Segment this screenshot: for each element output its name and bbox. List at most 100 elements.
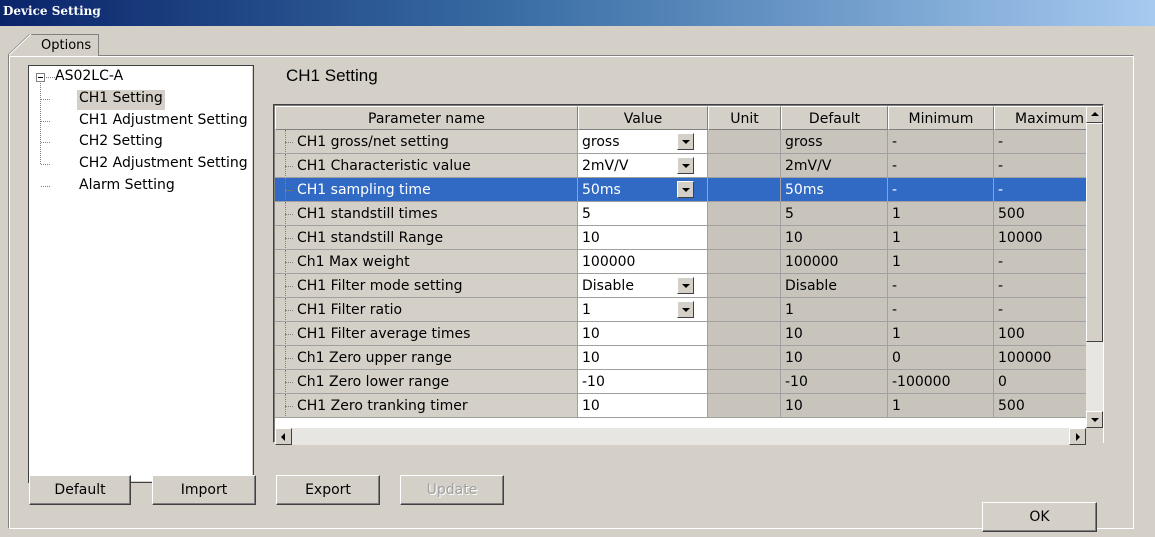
col-header-minimum[interactable]: Minimum: [888, 106, 994, 130]
cell-value[interactable]: 5: [578, 202, 708, 226]
settings-tree[interactable]: AS02LC-A CH1 Setting CH1 Adjustment Sett…: [28, 65, 254, 483]
cell-value[interactable]: gross: [578, 130, 708, 154]
scroll-up-icon[interactable]: [1086, 106, 1103, 123]
cell-default: 50ms: [781, 178, 888, 202]
tab-edge: [8, 34, 32, 56]
cell-maximum: -: [994, 274, 1087, 298]
parameter-grid[interactable]: Parameter name Value Unit Default Minimu…: [273, 104, 1104, 445]
cell-value-text: 10: [582, 350, 600, 366]
cell-unit: [708, 226, 781, 250]
import-button[interactable]: Import: [152, 475, 256, 505]
dropdown-arrow-icon[interactable]: [677, 301, 694, 318]
update-button[interactable]: Update: [400, 475, 504, 505]
cell-parameter-name-text: CH1 Filter mode setting: [297, 278, 463, 294]
cell-parameter-name-text: CH1 Zero tranking timer: [297, 398, 468, 414]
col-header-unit[interactable]: Unit: [708, 106, 781, 130]
cell-default: 5: [781, 202, 888, 226]
cell-maximum-text: 100000: [998, 350, 1052, 366]
table-row[interactable]: CH1 gross/net setting gross gross - -: [275, 130, 1087, 154]
dropdown-arrow-icon[interactable]: [677, 181, 694, 198]
cell-value[interactable]: 10: [578, 346, 708, 370]
cell-parameter-name: CH1 sampling time: [275, 178, 578, 202]
tree-connector: [40, 83, 41, 164]
export-button[interactable]: Export: [276, 475, 380, 505]
cell-value-text: 5: [582, 206, 591, 222]
tree-item-ch2-adjustment[interactable]: CH2 Adjustment Setting: [79, 155, 248, 175]
tree-item-ch1-setting[interactable]: CH1 Setting: [77, 90, 165, 110]
cell-parameter-name: Ch1 Zero lower range: [275, 370, 578, 394]
scroll-left-icon[interactable]: [275, 428, 292, 445]
table-row[interactable]: Ch1 Max weight 100000 100000 1 -: [275, 250, 1087, 274]
cell-minimum-text: 1: [892, 398, 901, 414]
cell-unit: [708, 250, 781, 274]
cell-value[interactable]: 1: [578, 298, 708, 322]
dropdown-arrow-icon[interactable]: [677, 133, 694, 150]
cell-minimum-text: 1: [892, 206, 901, 222]
tree-connector: [46, 77, 55, 78]
cell-value[interactable]: 2mV/V: [578, 154, 708, 178]
table-row[interactable]: CH1 Characteristic value 2mV/V 2mV/V - -: [275, 154, 1087, 178]
cell-minimum: 1: [888, 322, 994, 346]
cell-minimum: -100000: [888, 370, 994, 394]
scroll-right-icon[interactable]: [1069, 428, 1086, 445]
tree-connector: [285, 358, 293, 359]
table-row[interactable]: CH1 standstill times 5 5 1 500: [275, 202, 1087, 226]
default-button[interactable]: Default: [29, 475, 131, 505]
cell-parameter-name-text: CH1 standstill times: [297, 206, 438, 222]
cell-minimum-text: -: [892, 278, 898, 294]
cell-minimum-text: -100000: [892, 374, 951, 390]
cell-value-text: -10: [582, 374, 605, 390]
table-row[interactable]: Ch1 Zero lower range -10 -10 -100000 0: [275, 370, 1087, 394]
cell-value-text: 10: [582, 326, 600, 342]
cell-minimum: -: [888, 154, 994, 178]
cell-default: gross: [781, 130, 888, 154]
dropdown-arrow-icon[interactable]: [677, 277, 694, 294]
grid-rows: CH1 gross/net setting gross gross - - CH1 Cha…: [275, 130, 1087, 418]
cell-parameter-name-text: CH1 sampling time: [297, 182, 431, 198]
cell-minimum-text: -: [892, 134, 898, 150]
tree-item-alarm[interactable]: Alarm Setting: [79, 177, 175, 197]
col-header-maximum[interactable]: Maximum: [994, 106, 1087, 130]
table-row[interactable]: CH1 Filter average times 10 10 1 100: [275, 322, 1087, 346]
ok-button[interactable]: OK: [982, 502, 1097, 532]
cell-value[interactable]: 10: [578, 322, 708, 346]
cell-value[interactable]: 100000: [578, 250, 708, 274]
scroll-corner: [1086, 428, 1103, 445]
table-row[interactable]: CH1 Filter ratio 1 1 - -: [275, 298, 1087, 322]
cell-maximum-text: -: [998, 302, 1004, 318]
horizontal-scrollbar[interactable]: [275, 428, 1086, 445]
cell-parameter-name: CH1 standstill times: [275, 202, 578, 226]
table-row[interactable]: CH1 Zero tranking timer 10 10 1 500: [275, 394, 1087, 418]
tree-connector: [285, 142, 293, 143]
cell-default: -10: [781, 370, 888, 394]
page-title: CH1 Setting: [286, 66, 378, 85]
vertical-scroll-thumb[interactable]: [1086, 123, 1103, 342]
col-header-default[interactable]: Default: [781, 106, 888, 130]
tree-connector: [41, 142, 50, 143]
dropdown-arrow-icon[interactable]: [677, 157, 694, 174]
tree-root[interactable]: AS02LC-A: [55, 68, 123, 88]
table-row[interactable]: CH1 standstill Range 10 10 1 10000: [275, 226, 1087, 250]
collapse-icon[interactable]: [36, 73, 45, 82]
cell-value[interactable]: 10: [578, 394, 708, 418]
tree-item-ch2-setting[interactable]: CH2 Setting: [79, 133, 163, 153]
col-header-parameter[interactable]: Parameter name: [275, 106, 578, 130]
tree-connector: [285, 310, 293, 311]
table-row[interactable]: CH1 Filter mode setting Disable Disable - -: [275, 274, 1087, 298]
cell-unit: [708, 274, 781, 298]
cell-default: Disable: [781, 274, 888, 298]
cell-value[interactable]: 50ms: [578, 178, 708, 202]
table-row[interactable]: CH1 sampling time 50ms 50ms - -: [275, 178, 1087, 202]
vertical-scrollbar[interactable]: [1086, 106, 1103, 428]
tree-connector: [285, 190, 293, 191]
cell-maximum-text: -: [998, 134, 1004, 150]
cell-value[interactable]: Disable: [578, 274, 708, 298]
cell-value[interactable]: 10: [578, 226, 708, 250]
table-row[interactable]: Ch1 Zero upper range 10 10 0 100000: [275, 346, 1087, 370]
cell-default-text: 5: [785, 206, 794, 222]
tree-item-ch1-adjustment[interactable]: CH1 Adjustment Setting: [79, 112, 248, 132]
cell-value[interactable]: -10: [578, 370, 708, 394]
grid-header: Parameter name Value Unit Default Minimu…: [275, 106, 1087, 130]
col-header-value[interactable]: Value: [578, 106, 708, 130]
scroll-down-icon[interactable]: [1086, 411, 1103, 428]
